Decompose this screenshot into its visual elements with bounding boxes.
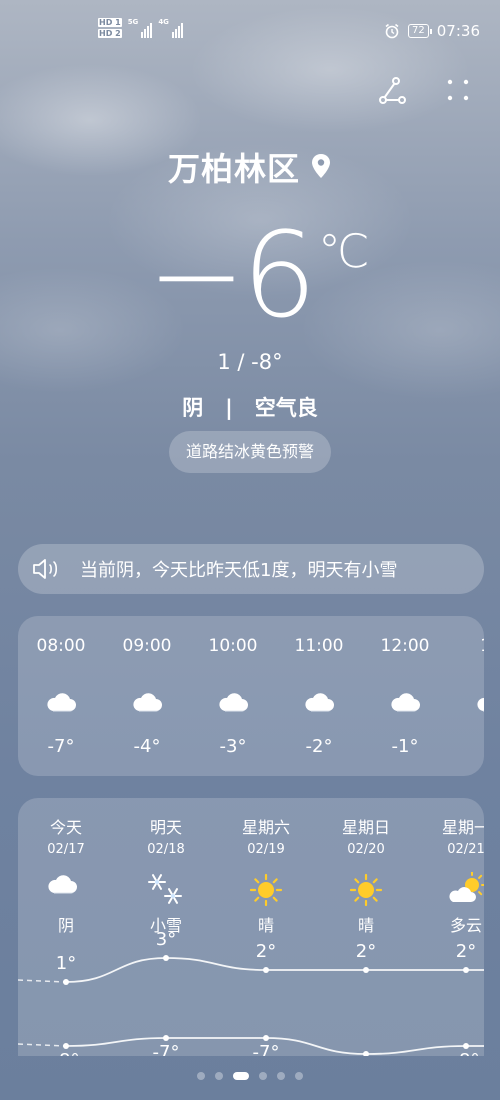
day-date: 02/18 [147, 842, 185, 857]
sim1-badge: HD 1 [98, 18, 122, 27]
sun-icon [246, 872, 286, 912]
status-bar: HD 1 HD 2 5G 4G 72 07:36 [0, 0, 500, 60]
high-temp-point [163, 955, 169, 961]
low-temp-point [63, 1043, 69, 1049]
voice-broadcast-bar[interactable]: 当前阴，今天比昨天低1度，明天有小雪 [18, 544, 484, 594]
day-condition: 多云 [449, 916, 482, 935]
day-low-temp: -7° [252, 1042, 280, 1056]
daily-forecast[interactable]: 今天02/17阴1°-8°明天02/18小雪3°-7°星期六02/19晴2°-7… [18, 798, 484, 1056]
hour-temperature: -7° [47, 736, 75, 757]
hour-temperature: -2° [305, 736, 333, 757]
location-title[interactable]: 万柏林区 [0, 144, 500, 190]
cloud-icon [303, 690, 335, 718]
hour-time: 13 [448, 636, 484, 656]
high-temp-history-dash [18, 979, 67, 983]
network-type-2: 4G [158, 18, 169, 26]
day-high-temp: 1° [55, 953, 77, 974]
current-temperature: −6 [147, 206, 317, 344]
day-name: 星期一 [441, 818, 484, 837]
cloud-icon [131, 690, 163, 718]
cloud-icon [217, 690, 249, 718]
weather-alert-badge[interactable]: 道路结冰黄色预警 [169, 431, 331, 473]
day-date: 02/20 [347, 842, 385, 857]
page-dot[interactable] [215, 1072, 223, 1080]
high-low: 1 / -8° [217, 350, 283, 374]
status-right: 72 07:36 [384, 22, 480, 40]
cloud-icon [389, 690, 421, 718]
separator: | [225, 396, 233, 420]
day-high-temp: 2° [455, 941, 477, 962]
signal-area: HD 1 HD 2 5G 4G [98, 18, 183, 40]
page-dot-active[interactable] [233, 1072, 249, 1080]
hour-time: 08:00 [36, 636, 86, 656]
hour-time: 11:00 [294, 636, 344, 656]
low-temp-point [163, 1035, 169, 1041]
broadcast-text: 当前阴，今天比昨天低1度，明天有小雪 [80, 560, 398, 581]
low-temp-point [363, 1051, 369, 1056]
hour-time: 09:00 [122, 636, 172, 656]
clock: 07:36 [436, 22, 480, 40]
high-temp-point [63, 979, 69, 985]
signal-bars-2-icon [171, 18, 183, 38]
location-name: 万柏林区 [167, 150, 300, 188]
page-dot[interactable] [277, 1072, 285, 1080]
day-condition: 晴 [357, 916, 374, 935]
cloud-icon [475, 690, 484, 718]
weather-condition: 阴 [182, 396, 204, 420]
hourly-forecast[interactable]: 08:00 -7° 09:00 -4° 10:00 -3° 11:00 -2° 12:00 -1°… [18, 616, 484, 776]
current-temperature-block: −6 ℃ [0, 210, 500, 340]
day-condition: 阴 [57, 916, 74, 935]
network-type-1: 5G [127, 18, 139, 26]
low-temp-history-dash [18, 1043, 67, 1047]
hour-temperature: -3° [219, 736, 247, 757]
day-date: 02/21 [447, 842, 484, 857]
page-dot[interactable] [197, 1072, 205, 1080]
day-high-temp: 2° [255, 941, 277, 962]
day-high-temp: 2° [355, 941, 377, 962]
sim2-badge: HD 2 [98, 29, 122, 38]
page-indicator[interactable] [0, 1072, 500, 1080]
condition-line: 阴 | 空气良 [0, 392, 500, 422]
snowflake-icon [146, 872, 186, 912]
signal-bars-1-icon [141, 18, 153, 38]
hour-time: 12:00 [380, 636, 430, 656]
more-options-icon[interactable] [444, 76, 472, 104]
temperature-unit: ℃ [318, 224, 370, 278]
day-high-temp: 3° [155, 929, 177, 950]
location-pin-icon [310, 149, 332, 187]
page-dot[interactable] [295, 1072, 303, 1080]
day-date: 02/19 [247, 842, 285, 857]
hour-temperature: -4° [133, 736, 161, 757]
sim-badges: HD 1 HD 2 [98, 18, 122, 40]
day-low-temp: -8° [416, 1050, 484, 1056]
day-low-temp: -7° [152, 1042, 180, 1056]
day-condition: 晴 [257, 916, 274, 935]
alarm-icon [385, 23, 399, 39]
high-temp-point [263, 967, 269, 973]
hour-temperature: -1° [391, 736, 419, 757]
share-icon[interactable] [378, 76, 406, 104]
sun-icon [346, 872, 386, 912]
day-date: 02/17 [47, 842, 85, 857]
cloud-icon [46, 872, 78, 900]
high-temp-point [463, 967, 469, 973]
day-low-temp: -8° [18, 1050, 116, 1056]
cloud-icon [45, 690, 77, 718]
high-temp-point [363, 967, 369, 973]
day-name: 明天 [149, 818, 182, 837]
air-quality[interactable]: 空气良 [255, 396, 318, 420]
day-name: 今天 [49, 818, 82, 837]
day-name: 星期六 [241, 818, 290, 837]
low-temp-point [463, 1043, 469, 1049]
page-dot[interactable] [259, 1072, 267, 1080]
partly-cloudy-icon [446, 871, 484, 912]
top-actions [378, 76, 472, 104]
low-temp-point [263, 1035, 269, 1041]
day-name: 星期日 [341, 818, 390, 837]
battery-indicator: 72 [408, 24, 432, 38]
speaker-icon[interactable] [32, 557, 62, 581]
hour-time: 10:00 [208, 636, 258, 656]
